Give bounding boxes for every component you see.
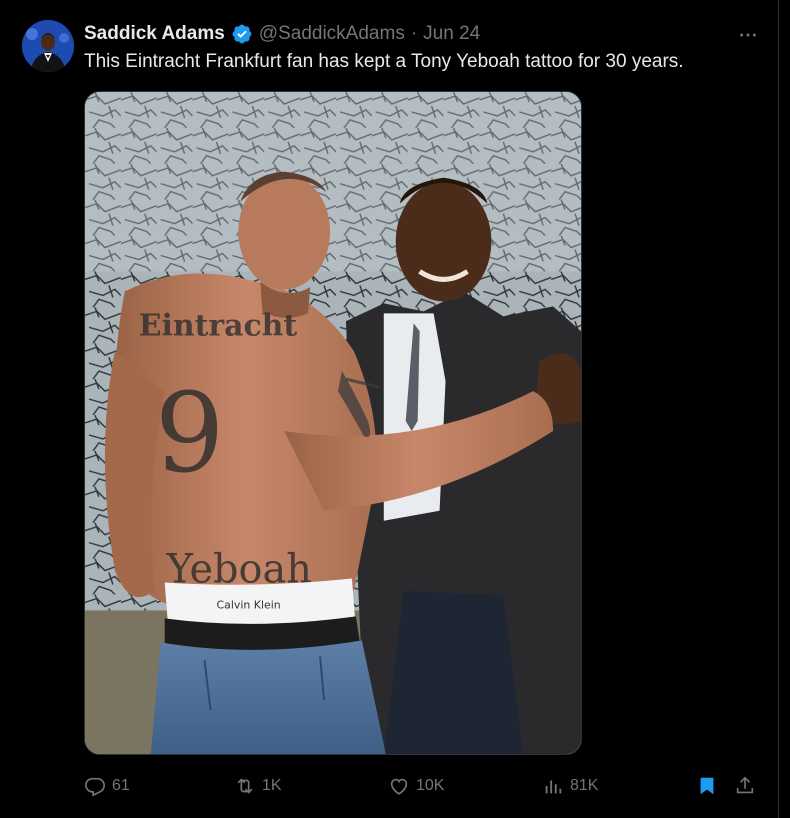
author-name[interactable]: Saddick Adams	[84, 22, 225, 46]
retweet-icon	[237, 778, 253, 794]
heart-icon	[390, 778, 408, 795]
retweet-count: 1K	[262, 777, 282, 794]
like-count: 10K	[416, 777, 445, 794]
tweet-photo[interactable]: Eintracht 9 Yeboah Calvin Klein	[84, 91, 582, 755]
tweet-container: Saddick Adams @SaddickAdams · Jun 24 Thi…	[0, 0, 779, 818]
author-avatar[interactable]	[22, 20, 74, 72]
views-button[interactable]: 81K	[542, 772, 598, 800]
bookmark-icon	[700, 777, 714, 795]
share-icon	[736, 776, 754, 794]
like-button[interactable]: 10K	[388, 772, 444, 800]
tattoo-text-top: Eintracht	[139, 308, 298, 343]
share-button[interactable]	[734, 772, 756, 800]
more-horizontal-icon[interactable]	[736, 24, 760, 44]
tweet-text: This Eintracht Frankfurt fan has kept a …	[84, 51, 684, 72]
tweet-date[interactable]: Jun 24	[423, 22, 480, 46]
tweet-header: Saddick Adams @SaddickAdams · Jun 24	[84, 22, 480, 46]
reply-button[interactable]: 61	[84, 772, 130, 800]
reply-icon	[85, 777, 105, 797]
retweet-button[interactable]: 1K	[234, 772, 282, 800]
verified-badge-icon	[231, 23, 253, 45]
avatar-image	[22, 20, 74, 72]
tweet-actions: 61 1K 10K 81K	[84, 772, 760, 800]
views-chart-icon	[545, 780, 562, 794]
header-separator: ·	[410, 23, 418, 44]
view-count: 81K	[570, 777, 599, 794]
tattoo-number: 9	[155, 369, 225, 497]
bookmark-button[interactable]	[696, 772, 718, 800]
author-handle[interactable]: @SaddickAdams	[259, 22, 405, 46]
photo-image: Eintracht 9 Yeboah Calvin Klein	[85, 92, 581, 754]
reply-count: 61	[112, 777, 130, 794]
waistband-text: Calvin Klein	[216, 598, 280, 611]
